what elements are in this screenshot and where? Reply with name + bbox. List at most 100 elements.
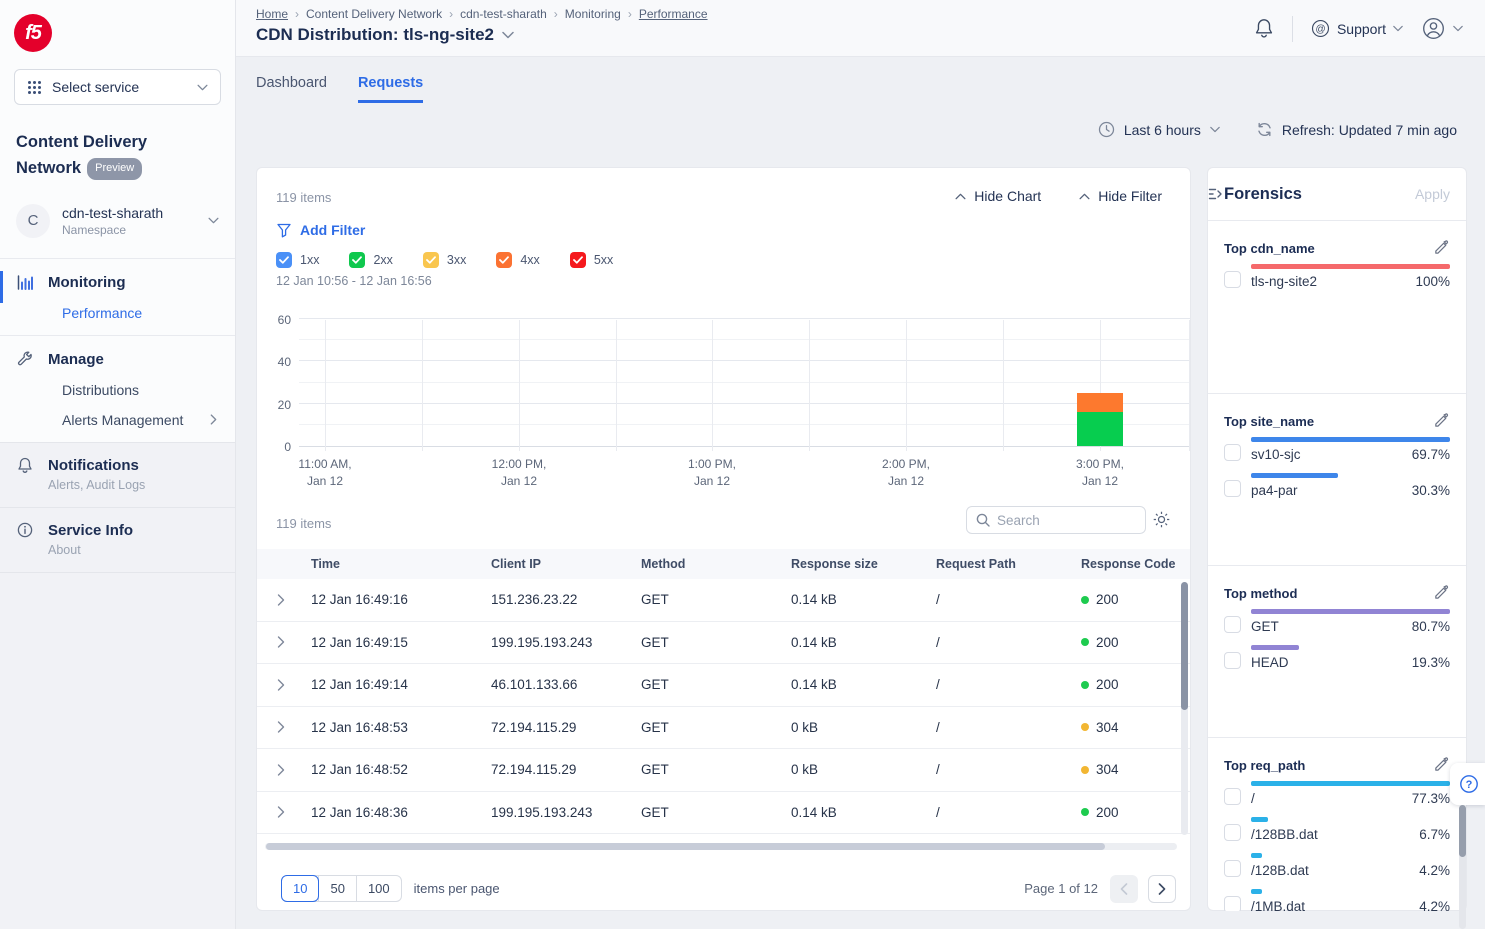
svg-text:?: ? xyxy=(1466,779,1473,791)
svg-text:@: @ xyxy=(1315,24,1325,35)
breadcrumb: Home›Content Delivery Network›cdn-test-s… xyxy=(256,7,708,21)
time-range-dropdown[interactable]: Last 6 hours xyxy=(1098,121,1220,138)
chart-date-range: 12 Jan 10:56 - 12 Jan 16:56 xyxy=(276,274,432,288)
item-checkbox[interactable] xyxy=(1224,616,1241,633)
status-filter-3xx[interactable]: 3xx xyxy=(423,252,466,268)
status-filter-2xx[interactable]: 2xx xyxy=(349,252,392,268)
status-filter-4xx[interactable]: 4xx xyxy=(496,252,539,268)
chart-x-tick-label: 12:00 PM,Jan 12 xyxy=(454,456,584,491)
item-checkbox[interactable] xyxy=(1224,860,1241,877)
chevron-down-icon xyxy=(197,84,208,91)
item-checkbox[interactable] xyxy=(1224,896,1241,911)
edit-pencil-icon[interactable] xyxy=(1433,756,1450,773)
item-checkbox[interactable] xyxy=(1224,788,1241,805)
chart-bar-2xx[interactable] xyxy=(1077,412,1123,446)
sidebar-item-monitoring[interactable]: Monitoring xyxy=(16,274,219,291)
row-response-size: 0.14 kB xyxy=(785,677,930,692)
chart-gridline xyxy=(616,320,617,451)
collapse-panel-icon[interactable] xyxy=(1208,186,1224,202)
chart-items-count: 119 items xyxy=(276,190,331,205)
edit-pencil-icon[interactable] xyxy=(1433,412,1450,429)
item-bar xyxy=(1251,473,1338,478)
chevron-down-icon[interactable] xyxy=(502,31,514,39)
item-percentage: 30.3% xyxy=(1412,483,1450,498)
namespace-selector[interactable]: C cdn-test-sharath Namespace xyxy=(8,198,227,244)
tab-dashboard[interactable]: Dashboard xyxy=(256,75,327,103)
breadcrumb-item[interactable]: Performance xyxy=(639,7,708,21)
product-title: Content Delivery NetworkPreview xyxy=(16,129,216,182)
table-vertical-scrollbar[interactable] xyxy=(1181,582,1188,835)
row-response-size: 0 kB xyxy=(785,720,930,735)
apply-button[interactable]: Apply xyxy=(1415,186,1450,202)
sidebar-item-notifications[interactable]: Notifications Alerts, Audit Logs xyxy=(0,442,235,508)
table-horizontal-scrollbar[interactable] xyxy=(265,843,1177,850)
forensics-section-header: Top req_path xyxy=(1224,756,1450,773)
account-menu[interactable] xyxy=(1421,16,1463,41)
hide-filter-button[interactable]: Hide Filter xyxy=(1079,188,1162,204)
forensics-items: GET80.7%HEAD19.3% xyxy=(1224,609,1450,670)
status-filter-1xx[interactable]: 1xx xyxy=(276,252,319,268)
hide-chart-button[interactable]: Hide Chart xyxy=(955,188,1041,204)
notifications-bell-icon[interactable] xyxy=(1254,18,1274,39)
edit-pencil-icon[interactable] xyxy=(1433,584,1450,601)
page-vertical-scrollbar[interactable] xyxy=(1459,805,1466,929)
response-code-value: 200 xyxy=(1096,677,1119,692)
row-expander-icon[interactable] xyxy=(257,764,305,776)
forensics-section-title: Top site_name xyxy=(1224,412,1314,429)
row-client-ip: 72.194.115.29 xyxy=(485,720,635,735)
sidebar-item-alerts-management[interactable]: Alerts Management xyxy=(62,412,219,428)
item-percentage: 19.3% xyxy=(1412,655,1450,670)
chart-bar-4xx[interactable] xyxy=(1077,393,1123,412)
select-service-dropdown[interactable]: Select service xyxy=(14,69,221,105)
item-checkbox[interactable] xyxy=(1224,480,1241,497)
edit-pencil-icon[interactable] xyxy=(1433,239,1450,256)
chevron-down-icon xyxy=(1393,25,1403,32)
refresh-button[interactable]: Refresh: Updated 7 min ago xyxy=(1256,121,1457,138)
row-expander-icon[interactable] xyxy=(257,636,305,648)
sidebar-item-manage[interactable]: Manage xyxy=(16,351,219,368)
breadcrumb-item[interactable]: Monitoring xyxy=(565,7,621,21)
search-input[interactable] xyxy=(997,513,1127,528)
gear-icon[interactable] xyxy=(1152,510,1171,529)
sidebar-item-performance[interactable]: Performance xyxy=(62,305,219,321)
page-size-50[interactable]: 50 xyxy=(318,876,355,901)
row-method: GET xyxy=(635,592,785,607)
row-expander-icon[interactable] xyxy=(257,806,305,818)
breadcrumb-item[interactable]: Home xyxy=(256,7,288,21)
sidebar-item-service-info[interactable]: Service Info About xyxy=(0,508,235,573)
previous-page-button[interactable] xyxy=(1110,875,1138,903)
row-expander-icon[interactable] xyxy=(257,594,305,606)
forensics-item: /77.3% xyxy=(1224,781,1450,806)
item-checkbox[interactable] xyxy=(1224,271,1241,288)
status-filter-5xx[interactable]: 5xx xyxy=(570,252,613,268)
sidebar-item-distributions[interactable]: Distributions xyxy=(62,382,219,398)
help-button[interactable]: ? xyxy=(1450,763,1485,805)
item-checkbox[interactable] xyxy=(1224,444,1241,461)
item-bar xyxy=(1251,264,1450,269)
add-filter-button[interactable]: Add Filter xyxy=(277,222,365,238)
clock-icon xyxy=(1098,121,1115,138)
forensics-section: Top site_namesv10-sjc69.7%pa4-par30.3% xyxy=(1208,393,1466,565)
breadcrumb-item[interactable]: cdn-test-sharath xyxy=(460,7,547,21)
add-filter-label: Add Filter xyxy=(300,222,365,238)
page-size-100[interactable]: 100 xyxy=(356,876,401,901)
pagination-bar: 1050100 items per page Page 1 of 12 xyxy=(257,865,1191,911)
item-checkbox[interactable] xyxy=(1224,824,1241,841)
tab-requests[interactable]: Requests xyxy=(358,75,423,103)
next-page-button[interactable] xyxy=(1148,875,1176,903)
row-response-code: 200 xyxy=(1075,677,1191,692)
row-expander-icon[interactable] xyxy=(257,721,305,733)
checkbox-checked-icon xyxy=(423,252,439,268)
chart-gridline xyxy=(299,403,1190,404)
item-percentage: 77.3% xyxy=(1412,791,1450,806)
breadcrumb-item[interactable]: Content Delivery Network xyxy=(306,7,442,21)
page-size-10[interactable]: 10 xyxy=(281,875,319,902)
item-checkbox[interactable] xyxy=(1224,652,1241,669)
row-expander-icon[interactable] xyxy=(257,679,305,691)
chart-gridline xyxy=(809,320,810,451)
support-menu[interactable]: @ Support xyxy=(1311,19,1403,38)
time-range-label: Last 6 hours xyxy=(1124,122,1201,138)
status-dot xyxy=(1081,596,1089,604)
sidebar-item-subtitle: Alerts, Audit Logs xyxy=(48,478,219,492)
item-percentage: 4.2% xyxy=(1419,863,1450,878)
